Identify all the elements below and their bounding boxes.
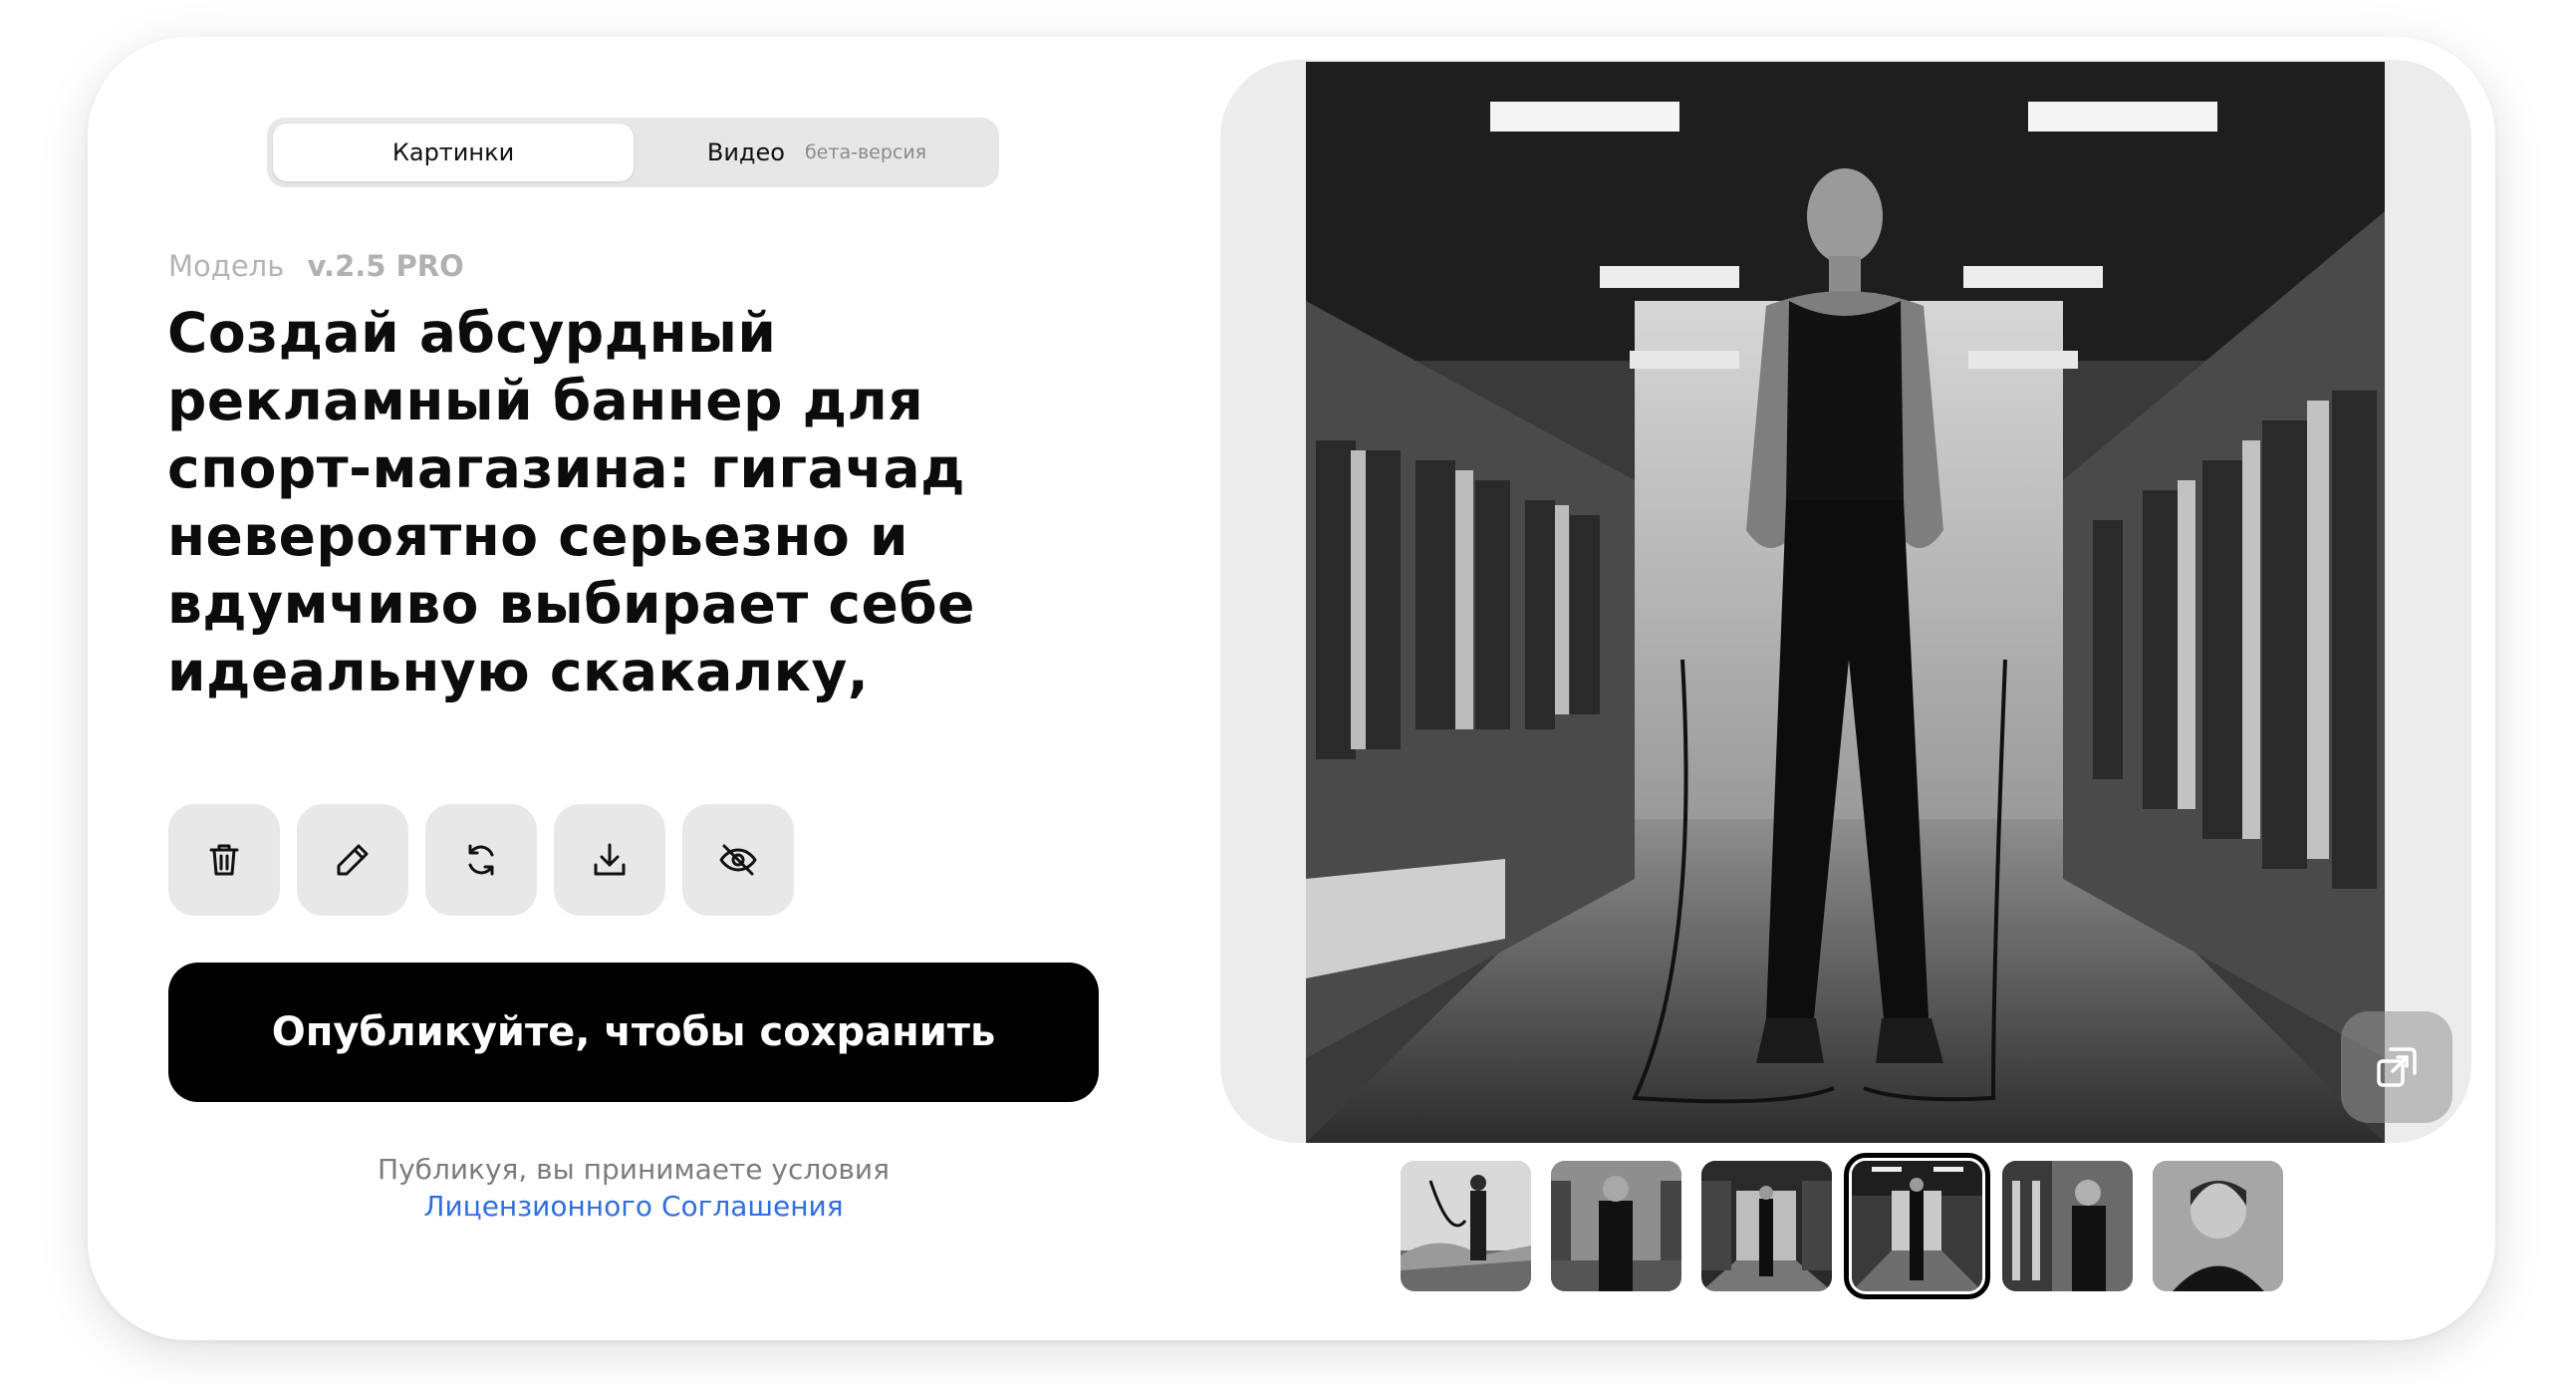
terms-notice: Публикуя, вы принимаете условия Лицензио… [168, 1151, 1099, 1225]
download-button[interactable] [554, 804, 665, 916]
pencil-icon [337, 844, 369, 876]
thumbnail[interactable] [2153, 1161, 2283, 1291]
expand-icon [2377, 1047, 2417, 1087]
thumbnail-selected[interactable] [1844, 1153, 1990, 1299]
tab-video-label: Видео [706, 138, 785, 166]
prompt-text: Создай абсурдный рекламный баннер для сп… [167, 301, 975, 703]
action-toolbar [168, 804, 794, 916]
model-version: v.2.5 PRO [307, 249, 464, 283]
license-agreement-link[interactable]: Лицензионного Соглашения [423, 1188, 843, 1225]
delete-button[interactable] [168, 804, 280, 916]
thumbnail[interactable] [1701, 1161, 1832, 1291]
model-info: Модель v.2.5 PRO [168, 249, 464, 283]
mode-tabs: Картинки Видео бета-версия [267, 118, 999, 187]
thumbnail-image [1401, 1161, 1531, 1291]
thumbnail-image [1551, 1161, 1681, 1291]
tab-images-label: Картинки [391, 138, 515, 166]
edit-button[interactable] [297, 804, 408, 916]
thumbnail-image [2153, 1161, 2283, 1291]
publish-button[interactable]: Опубликуйте, чтобы сохранить [168, 963, 1099, 1102]
thumbnail[interactable] [2002, 1161, 2133, 1291]
expand-button[interactable] [2341, 1011, 2452, 1123]
thumbnail-image [2002, 1161, 2133, 1291]
thumbnail-image [1852, 1161, 1982, 1291]
eye-off-icon [719, 844, 757, 876]
generated-image-art [1306, 62, 2385, 1143]
beta-badge: бета-версия [804, 141, 927, 163]
model-label: Модель [168, 249, 285, 283]
regenerate-button[interactable] [425, 804, 537, 916]
thumbnail-strip [1401, 1153, 2283, 1299]
download-icon [594, 843, 626, 876]
thumbnail[interactable] [1401, 1161, 1531, 1291]
thumbnail-image [1701, 1161, 1832, 1291]
thumbnail[interactable] [1551, 1161, 1681, 1291]
refresh-icon [468, 844, 494, 876]
publish-button-label: Опубликуйте, чтобы сохранить [271, 1009, 996, 1055]
generated-image [1306, 62, 2385, 1143]
tab-images[interactable]: Картинки [273, 124, 634, 181]
tab-video[interactable]: Видео бета-версия [641, 124, 993, 181]
hide-button[interactable] [682, 804, 794, 916]
terms-text: Публикуя, вы принимаете условия [378, 1153, 890, 1186]
trash-icon [209, 844, 239, 876]
